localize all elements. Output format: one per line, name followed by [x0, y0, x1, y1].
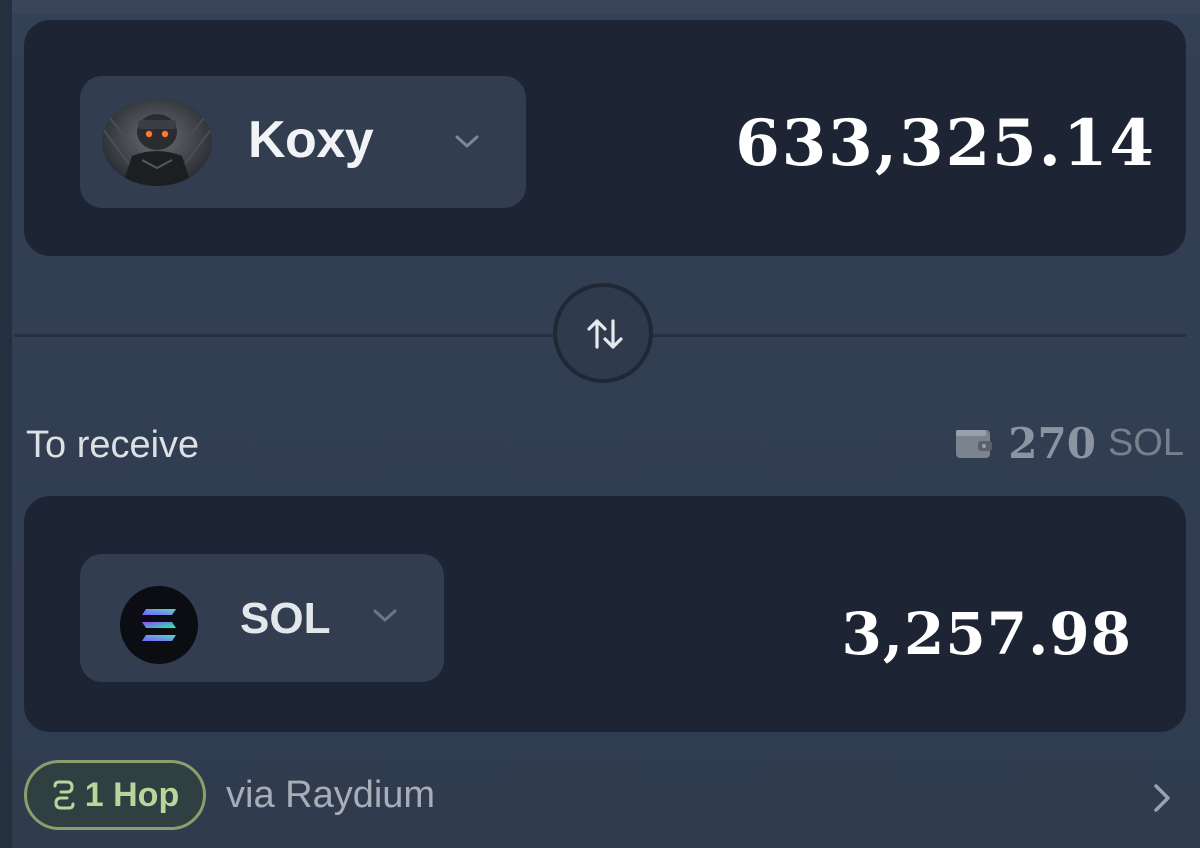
pay-token-name: Koxy: [248, 111, 374, 169]
receive-amount: 3,257.98: [841, 600, 1132, 668]
chevron-down-icon: [455, 135, 479, 148]
route-hop-icon: [53, 780, 75, 810]
pay-amount-input[interactable]: 633,325.14: [735, 106, 1156, 181]
receive-card: SOL 3,257.98: [24, 496, 1186, 732]
chevron-down-icon: [373, 609, 397, 622]
warrior-avatar-icon: [102, 98, 212, 186]
hop-label: 1 Hop: [84, 775, 180, 814]
wallet-icon: [956, 430, 993, 458]
swap-arrows-icon: [587, 319, 623, 349]
chevron-right-icon[interactable]: [1150, 780, 1174, 816]
pay-token-selector[interactable]: Koxy: [80, 76, 526, 208]
receive-token-name: SOL: [240, 594, 331, 643]
wallet-balance: 270 SOL: [954, 418, 1184, 468]
pay-card: Koxy 633,325.14: [24, 20, 1186, 256]
panel-left-edge: [0, 0, 12, 848]
balance-unit: SOL: [1107, 421, 1184, 464]
route-via-text: via Raydium: [226, 774, 436, 816]
panel-top-edge: [0, 0, 1200, 14]
balance-value: 270: [1008, 418, 1096, 468]
swap-direction-button[interactable]: [553, 283, 653, 383]
receive-token-selector[interactable]: SOL: [80, 554, 444, 682]
solana-logo-icon: [120, 586, 198, 664]
receive-label: To receive: [26, 424, 200, 466]
route-hop-badge[interactable]: 1 Hop: [24, 760, 206, 830]
